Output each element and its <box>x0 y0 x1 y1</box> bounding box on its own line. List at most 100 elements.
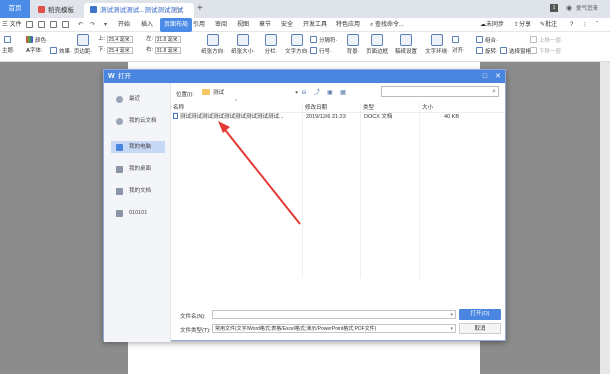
menu-item-features[interactable]: 特色应用 <box>336 18 360 32</box>
sidebar-item-cloud[interactable]: 我的云文档 <box>111 115 165 127</box>
file-menu[interactable]: 三 文件 <box>2 18 22 32</box>
menu-item-insert[interactable]: 插入 <box>141 18 153 32</box>
maximize-icon[interactable]: □ <box>479 70 491 83</box>
file-row[interactable]: 测试测试测试测试测试测试测试测试测试... 2019/12/6 21:23 DO… <box>172 113 502 122</box>
redo-icon[interactable]: ↷ <box>90 18 95 32</box>
file-name-cell: 测试测试测试测试测试测试测试测试测试... <box>173 113 301 122</box>
color-button[interactable]: 颜色· <box>26 36 48 46</box>
tab-home[interactable]: 首页 <box>0 0 30 18</box>
sidebar-item-folder[interactable]: 010101 <box>111 207 165 219</box>
select-pane-button[interactable]: 选择窗格 <box>500 47 531 57</box>
draft-settings-button[interactable]: 稿纸设置 <box>391 34 421 56</box>
avatar[interactable]: ◉ <box>566 4 572 12</box>
orientation-button[interactable]: 纸张方向· <box>198 34 228 56</box>
column-header-type[interactable]: 类型 <box>363 103 374 111</box>
menu-dropdown-icon[interactable]: ▾ <box>104 18 107 32</box>
dialog-title-bar[interactable]: W 打开 □ ✕ <box>104 70 505 83</box>
share-label: 分享 <box>519 22 532 28</box>
comment-button[interactable]: ✎批注 <box>540 18 557 32</box>
view-menu-icon[interactable]: ▦ <box>339 90 347 97</box>
paper-size-button[interactable]: 纸张大小· <box>228 34 258 56</box>
menu-item-chapter[interactable]: 章节 <box>259 18 271 32</box>
preview-icon[interactable] <box>62 21 69 28</box>
save-icon[interactable] <box>26 21 33 28</box>
tab-document[interactable]: 测试测试测试...测试测试测试 ▢ <box>84 3 194 18</box>
page-border-button[interactable]: 页面边框 <box>362 34 392 56</box>
word-doc-icon <box>173 113 178 119</box>
menu-item-review[interactable]: 审阅 <box>215 18 227 32</box>
menu-item-start[interactable]: 开始 <box>118 18 130 32</box>
theme-button[interactable] <box>4 36 13 46</box>
filename-dropdown[interactable]: ▾ <box>446 310 456 319</box>
chevron-down-icon: ▾ <box>450 312 453 318</box>
margin-bottom-field[interactable]: 下: 25.4 毫米 <box>98 46 133 55</box>
menu-item-view[interactable]: 视图 <box>237 18 249 32</box>
tab-close-icon[interactable]: ▢ <box>174 3 180 18</box>
share-button[interactable]: ⇪分享 <box>514 18 531 32</box>
group-button[interactable]: 组合· <box>476 36 498 46</box>
sidebar-item-desktop[interactable]: 我的桌面 <box>111 163 165 175</box>
margin-top-field[interactable]: 上: 25.4 毫米 <box>98 35 133 44</box>
text-wrap-button[interactable]: 文字环绕· <box>422 34 452 56</box>
margin-left-field[interactable]: 左: 31.8 毫米 <box>146 35 181 44</box>
search-command[interactable]: ⌕ 查找命令... <box>370 18 404 32</box>
up-folder-icon[interactable]: ⤴ <box>313 90 321 97</box>
column-header-date[interactable]: 修改日期 <box>305 103 327 111</box>
margin-left-input[interactable]: 31.8 毫米 <box>154 36 181 43</box>
margin-button[interactable]: 页边距· <box>68 34 98 56</box>
dialog-sidebar: 最近 我的云文档 我的电脑 我的桌面 我的文档 010101 <box>104 83 171 342</box>
close-icon[interactable]: ✕ <box>492 70 504 83</box>
align-label[interactable]: 对齐· <box>452 47 465 56</box>
vertical-scrollbar[interactable] <box>600 62 610 374</box>
menu-item-security[interactable]: 安全 <box>281 18 293 32</box>
send-backward-button[interactable]: 下移一层· <box>530 47 563 57</box>
bring-forward-button[interactable]: 上移一层· <box>530 36 563 46</box>
margin-bottom-input[interactable]: 25.4 毫米 <box>106 47 133 54</box>
undo-icon[interactable]: ↶ <box>78 18 83 32</box>
search-input[interactable]: ⌕ <box>381 86 499 97</box>
filetype-select[interactable]: 常用文件(文字/Word格式;表格/Excel格式;演示/PowerPoint格… <box>212 324 456 333</box>
margin-top-input[interactable]: 25.4 毫米 <box>106 36 133 43</box>
tab-template-label: 稻壳模板 <box>48 7 74 14</box>
rotate-button[interactable]: 旋转· <box>476 47 498 57</box>
line-number-button[interactable]: 行号· <box>310 47 332 57</box>
theme-label[interactable]: 主题· <box>2 47 15 56</box>
group-icon <box>476 36 483 43</box>
sidebar-item-computer[interactable]: 我的电脑 <box>111 141 165 153</box>
add-tab-icon[interactable]: + <box>197 3 203 15</box>
open-button[interactable]: 打开(O) <box>459 309 501 320</box>
help-icon[interactable]: ? <box>570 18 573 32</box>
more-icon[interactable]: ⋮ <box>582 18 588 32</box>
sidebar-item-recent[interactable]: 最近 <box>111 93 165 105</box>
location-value: 测试 <box>213 90 225 96</box>
align-button[interactable] <box>452 36 461 46</box>
print-icon[interactable] <box>50 21 57 28</box>
filename-input[interactable] <box>212 310 456 319</box>
tab-template[interactable]: 稻壳模板 <box>32 3 80 18</box>
cloud-icon <box>116 118 123 125</box>
sidebar-item-documents[interactable]: 我的文档 <box>111 185 165 197</box>
margin-right-field[interactable]: 右: 31.8 毫米 <box>146 46 181 55</box>
user-name[interactable]: 爱气您来 <box>576 4 598 12</box>
margin-right-input[interactable]: 31.8 毫米 <box>154 47 181 54</box>
menu-item-reference[interactable]: 引用 <box>193 18 205 32</box>
color-icon <box>26 36 33 43</box>
documents-icon <box>116 188 123 195</box>
column-divider <box>419 103 420 278</box>
line-number-icon <box>310 47 317 54</box>
column-header-name[interactable]: 名称 <box>173 103 184 111</box>
font-button[interactable]: A字体· <box>26 47 43 56</box>
margin-icon <box>77 34 89 46</box>
open-folder-icon[interactable] <box>38 21 45 28</box>
sync-status[interactable]: ☁未同步 <box>480 18 504 32</box>
menu-item-devtools[interactable]: 开发工具 <box>303 18 327 32</box>
collapse-ribbon-icon[interactable]: ˆ <box>596 18 598 32</box>
cancel-button[interactable]: 取消 <box>459 323 501 334</box>
new-folder-icon[interactable]: ▣ <box>326 90 334 97</box>
separator-button[interactable]: 分隔符· <box>310 36 337 46</box>
back-icon[interactable]: ⊖ <box>300 90 308 97</box>
location-select[interactable]: 测试 ▾ <box>202 87 298 99</box>
column-header-size[interactable]: 大小 <box>422 103 433 111</box>
text-direction-button[interactable]: 文字方向· <box>282 34 312 56</box>
menu-item-page-layout[interactable]: 页面布局 <box>160 18 193 32</box>
